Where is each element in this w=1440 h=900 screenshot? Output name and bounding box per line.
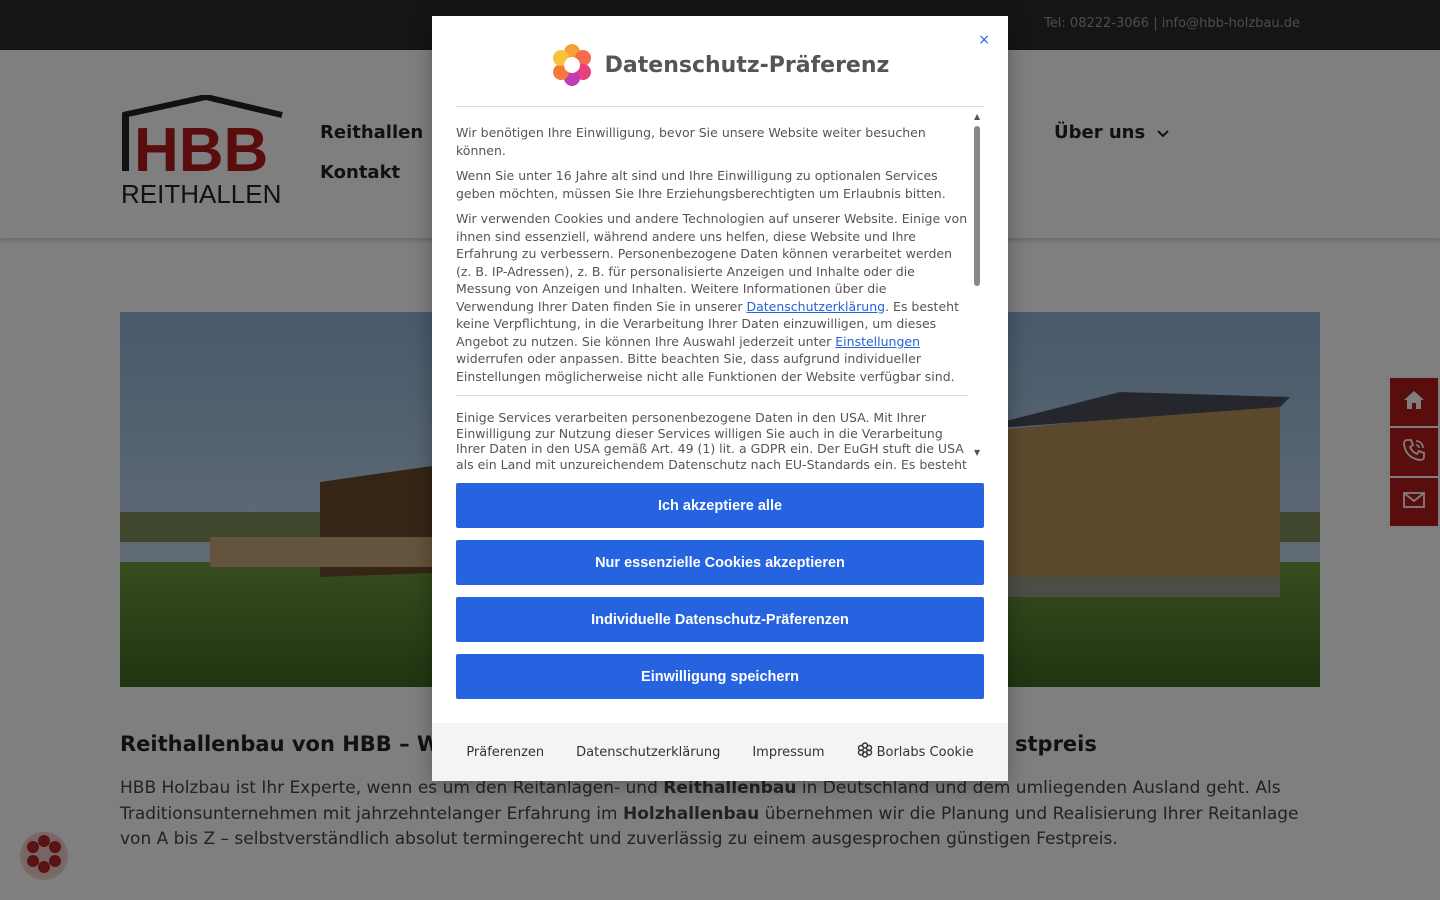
privacy-policy-footer-link[interactable]: Datenschutzerklärung	[576, 745, 720, 760]
consent-text: widerrufen oder anpassen. Bitte beachten…	[456, 351, 955, 384]
preferences-link[interactable]: Präferenzen	[466, 745, 544, 760]
header-divider	[456, 106, 984, 107]
privacy-policy-link[interactable]: Datenschutzerklärung	[746, 299, 885, 314]
consent-paragraph-2: Wenn Sie unter 16 Jahre alt sind und Ihr…	[456, 168, 946, 201]
dialog-footer: Präferenzen Datenschutzerklärung Impress…	[432, 723, 1008, 781]
scrollbar-thumb[interactable]	[974, 126, 980, 286]
scrollbar[interactable]: ▲ ▼	[972, 112, 984, 462]
save-consent-button[interactable]: Einwilligung speichern	[456, 654, 984, 699]
individual-preferences-button[interactable]: Individuelle Datenschutz-Präferenzen	[456, 597, 984, 642]
dialog-title: Datenschutz-Präferenz	[604, 52, 890, 78]
consent-paragraph-3: Wir verwenden Cookies und andere Technol…	[456, 210, 968, 385]
accept-essential-button[interactable]: Nur essenzielle Cookies akzeptieren	[456, 540, 984, 585]
consent-paragraph-usa: Einige Services verarbeiten personenbezo…	[456, 410, 967, 472]
borlabs-cookie-label: Borlabs Cookie	[876, 744, 974, 760]
settings-link[interactable]: Einstellungen	[835, 334, 920, 349]
borlabs-cookie-link[interactable]: Borlabs Cookie	[857, 742, 974, 762]
scroll-down-icon[interactable]: ▼	[974, 448, 980, 457]
accept-all-button[interactable]: Ich akzeptiere alle	[456, 483, 984, 528]
borlabs-logo-icon	[551, 44, 593, 86]
imprint-link[interactable]: Impressum	[752, 745, 824, 760]
consent-divider	[456, 395, 968, 396]
consent-paragraph-1: Wir benötigen Ihre Einwilligung, bevor S…	[456, 125, 926, 158]
consent-text-scroll-area[interactable]: Wir benötigen Ihre Einwilligung, bevor S…	[456, 124, 984, 474]
scroll-up-icon[interactable]: ▲	[974, 112, 980, 121]
borlabs-cookie-icon	[857, 742, 873, 762]
dialog-header: Datenschutz-Präferenz	[432, 43, 1008, 87]
privacy-preference-dialog: × Datenschutz-Präferenz Wir benötigen Ih…	[432, 16, 1008, 781]
